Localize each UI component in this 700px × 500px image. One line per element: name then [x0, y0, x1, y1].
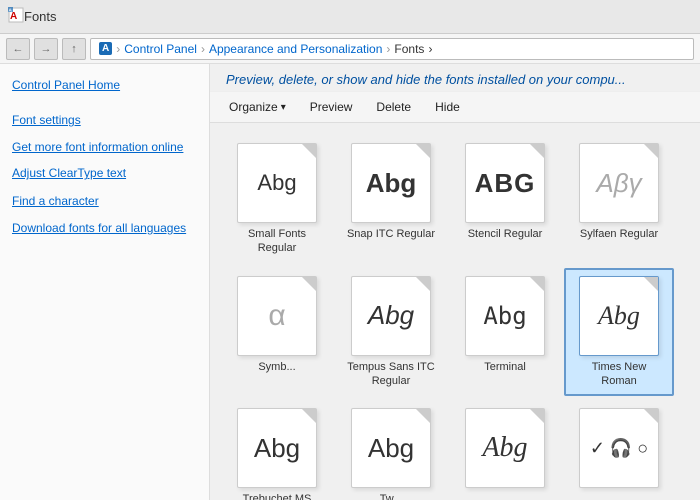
font-preview-tw: Abg [368, 433, 414, 464]
font-item-stencil[interactable]: ABG Stencil Regular [450, 135, 560, 264]
font-name-tw: Tw... [380, 492, 403, 500]
sidebar-download-fonts[interactable]: Download fonts for all languages [0, 215, 209, 241]
font-icon-snap-itc: Abg [351, 143, 431, 223]
font-preview-symbol: α [268, 299, 285, 333]
organize-button[interactable]: Organize [218, 96, 297, 118]
font-preview-sylfaen: Aβγ [596, 168, 641, 199]
font-item-tw[interactable]: Abg Tw... [336, 400, 446, 500]
description-text: Preview, delete, or show and hide the fo… [210, 64, 700, 92]
font-icon-trebuchet: Abg [237, 408, 317, 488]
breadcrumb: A › Control Panel › Appearance and Perso… [90, 38, 694, 60]
font-item-tempus[interactable]: Abg Tempus Sans ITC Regular [336, 268, 446, 397]
toolbar: Organize Preview Delete Hide [210, 92, 700, 123]
font-item-cursive[interactable]: Abg [450, 400, 560, 500]
font-item-times-new-roman[interactable]: Abg Times New Roman [564, 268, 674, 397]
font-item-trebuchet[interactable]: Abg Trebuchet MS [222, 400, 332, 500]
font-name-times: Times New Roman [574, 360, 664, 389]
fonts-window-icon: A A [8, 7, 24, 26]
font-name-trebuchet: Trebuchet MS [243, 492, 312, 500]
font-icon-cursive: Abg [465, 408, 545, 488]
font-item-small-fonts[interactable]: Abg Small Fonts Regular [222, 135, 332, 264]
breadcrumb-appearance[interactable]: Appearance and Personalization [209, 42, 382, 56]
font-name-small-fonts: Small Fonts Regular [232, 227, 322, 256]
font-preview-cursive: Abg [482, 432, 527, 464]
back-button[interactable]: ← [6, 38, 30, 60]
font-preview-snap-itc: Abg [366, 168, 417, 199]
nav-bar: ← → ↑ A › Control Panel › Appearance and… [0, 34, 700, 64]
sidebar: Control Panel Home Font settings Get mor… [0, 64, 210, 500]
font-icon-symbol: α [237, 276, 317, 356]
title-bar: A A Fonts [0, 0, 700, 34]
forward-button[interactable]: → [34, 38, 58, 60]
font-preview-trebuchet: Abg [254, 433, 300, 464]
up-button[interactable]: ↑ [62, 38, 86, 60]
font-icon-sylfaen: Aβγ [579, 143, 659, 223]
breadcrumb-fonts[interactable]: Fonts [394, 42, 424, 56]
sidebar-cleartype[interactable]: Adjust ClearType text [0, 160, 209, 187]
font-icon-stencil: ABG [465, 143, 545, 223]
font-preview-times: Abg [598, 301, 640, 331]
window-title: Fonts [24, 9, 57, 24]
sidebar-control-panel-home[interactable]: Control Panel Home [0, 72, 209, 99]
font-preview-stencil: ABG [475, 168, 536, 199]
breadcrumb-control-panel[interactable]: Control Panel [124, 42, 197, 56]
main-layout: Control Panel Home Font settings Get mor… [0, 64, 700, 500]
font-icon-wingdings: ✓ 🎧 ○ [579, 408, 659, 488]
font-item-wingdings[interactable]: ✓ 🎧 ○ [564, 400, 674, 500]
delete-button[interactable]: Delete [365, 96, 422, 118]
font-grid: Abg Small Fonts Regular Abg Snap ITC Reg… [210, 123, 700, 500]
svg-text:A: A [10, 11, 17, 22]
font-icon-tempus: Abg [351, 276, 431, 356]
font-name-snap-itc: Snap ITC Regular [347, 227, 435, 241]
font-icon-small-fonts: Abg [237, 143, 317, 223]
font-item-sylfaen[interactable]: Aβγ Sylfaen Regular [564, 135, 674, 264]
sidebar-find-character[interactable]: Find a character [0, 188, 209, 215]
sidebar-more-info[interactable]: Get more font information online [0, 134, 209, 160]
content-area: Preview, delete, or show and hide the fo… [210, 64, 700, 500]
font-icon-times: Abg [579, 276, 659, 356]
font-icon-tw: Abg [351, 408, 431, 488]
font-item-terminal[interactable]: Abg Terminal [450, 268, 560, 397]
font-preview-tempus: Abg [368, 300, 414, 331]
breadcrumb-icon: A [99, 42, 112, 55]
sidebar-font-settings[interactable]: Font settings [0, 107, 209, 134]
font-preview-terminal: Abg [483, 302, 526, 330]
font-preview-wingdings: ✓ 🎧 ○ [590, 438, 648, 459]
font-item-snap-itc[interactable]: Abg Snap ITC Regular [336, 135, 446, 264]
font-name-sylfaen: Sylfaen Regular [580, 227, 658, 241]
font-name-symbol: Symb... [258, 360, 295, 374]
font-name-tempus: Tempus Sans ITC Regular [346, 360, 436, 389]
font-name-stencil: Stencil Regular [468, 227, 543, 241]
font-preview-small-fonts: Abg [257, 170, 296, 196]
font-item-symbol[interactable]: α Symb... [222, 268, 332, 397]
font-icon-terminal: Abg [465, 276, 545, 356]
preview-button[interactable]: Preview [299, 96, 364, 118]
hide-button[interactable]: Hide [424, 96, 471, 118]
font-name-terminal: Terminal [484, 360, 526, 374]
